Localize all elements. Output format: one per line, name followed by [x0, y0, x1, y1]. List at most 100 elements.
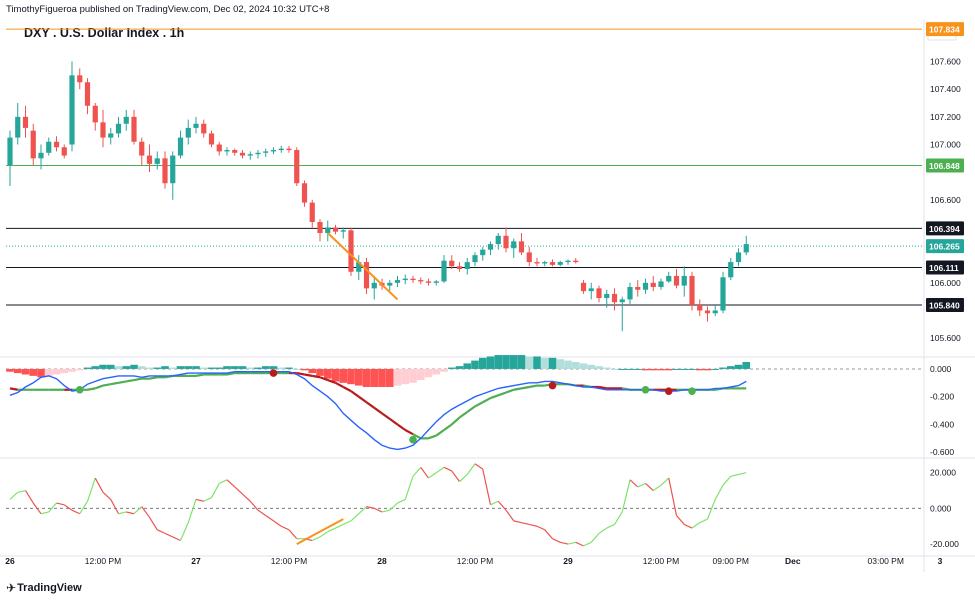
macd-cross-point	[688, 387, 696, 395]
macd-signal-segment	[428, 434, 437, 440]
tradingview-logo-icon: ✈︎	[6, 581, 16, 595]
macd-histogram-bar	[370, 368, 379, 387]
candle-body	[131, 116, 137, 142]
macd-histogram-bar	[184, 366, 193, 369]
oscillator-segment	[126, 511, 135, 515]
oscillator-segment	[342, 520, 352, 525]
time-axis-label: 12:00 PM	[85, 556, 121, 566]
candle-body	[77, 75, 83, 83]
candle-body	[433, 281, 439, 283]
candle-body	[30, 130, 36, 159]
macd-histogram-bar	[416, 368, 425, 381]
macd-histogram-bar	[440, 368, 448, 372]
macd-signal-segment	[304, 373, 313, 377]
oscillator-segment	[9, 491, 19, 500]
oscillator-segment	[590, 532, 600, 543]
macd-histogram-bar	[626, 368, 634, 370]
candle-body	[635, 286, 641, 290]
macd-histogram-bar	[602, 367, 611, 369]
oscillator-segment	[257, 509, 267, 517]
oscillator-segment	[397, 498, 406, 504]
macd-histogram-bar	[261, 366, 270, 369]
macd-histogram-bar	[21, 368, 30, 375]
oscillator-segment	[404, 476, 414, 500]
candle-body	[642, 282, 649, 290]
macd-tick-label: -0.400	[930, 419, 954, 429]
macd-histogram-bar	[122, 366, 131, 369]
macd-histogram-bar	[316, 368, 324, 376]
candle-body	[526, 252, 532, 263]
macd-histogram-bar	[285, 367, 293, 369]
candle-body	[480, 249, 486, 256]
candle-body	[232, 150, 238, 153]
macd-histogram-bar	[331, 368, 340, 382]
macd-histogram-bar	[161, 366, 169, 369]
macd-histogram-bar	[6, 368, 14, 372]
macd-cross-point	[548, 381, 557, 390]
oscillator-segment	[226, 479, 236, 488]
candle-body	[332, 227, 339, 232]
oscillator-segment	[381, 509, 390, 513]
oscillator-segment	[451, 470, 460, 482]
candle-body	[348, 230, 354, 272]
oscillator-segment	[691, 522, 701, 529]
macd-cross-point	[75, 385, 84, 394]
macd-histogram-bar	[44, 368, 53, 376]
macd-histogram-bar	[13, 368, 22, 374]
candle-body	[666, 275, 672, 282]
macd-histogram-bar	[540, 357, 549, 369]
macd-signal-segment	[373, 406, 383, 415]
oscillator-segment	[148, 516, 158, 531]
candle-body	[325, 227, 331, 234]
macd-histogram-bar	[432, 368, 441, 375]
macd-histogram-bar	[168, 367, 177, 369]
macd-signal-segment	[404, 429, 414, 436]
oscillator-segment	[598, 527, 608, 534]
candle-body	[720, 277, 726, 311]
candle-body	[340, 230, 346, 232]
candle-body	[92, 105, 98, 123]
macd-histogram-bar	[664, 368, 673, 371]
price-trendline	[327, 232, 399, 301]
macd-signal-segment	[195, 373, 204, 377]
candle-body	[270, 150, 277, 152]
candle-body	[139, 141, 145, 156]
candle-body	[503, 235, 509, 249]
price-level-label: 106.265	[929, 242, 960, 252]
price-tick-label: 107.400	[930, 84, 961, 94]
tradingview-chart[interactable]: TimothyFigueroa published on TradingView…	[0, 0, 975, 600]
oscillator-segment	[164, 532, 174, 538]
macd-histogram-bar	[610, 368, 619, 370]
macd-signal-segment	[490, 394, 499, 400]
time-axis-label: 26	[5, 556, 15, 566]
time-axis-label: Dec	[785, 556, 801, 566]
oscillator-segment	[722, 475, 732, 486]
price-tick-label: 107.000	[930, 140, 961, 150]
oscillator-segment	[652, 484, 662, 492]
oscillator-segment	[79, 500, 89, 515]
price-level-label: 106.848	[929, 161, 960, 171]
oscillator-segment	[466, 463, 476, 475]
candle-body	[697, 304, 703, 311]
macd-histogram-bar	[91, 366, 100, 369]
oscillator-segment	[521, 522, 530, 526]
oscillator-segment	[187, 499, 197, 523]
candle-body	[309, 202, 315, 222]
oscillator-segment	[172, 536, 181, 542]
price-level-label: 105.840	[929, 300, 960, 310]
oscillator-segment	[660, 477, 670, 486]
tradingview-logo[interactable]: ✈︎ TradingView	[6, 581, 82, 595]
macd-signal-segment	[118, 380, 127, 384]
candle-body	[247, 154, 253, 156]
macd-histogram-bar	[378, 368, 386, 387]
oscillator-segment	[179, 522, 189, 541]
oscillator-segment	[513, 520, 522, 524]
macd-signal-segment	[443, 423, 453, 431]
candle-body	[495, 235, 501, 245]
macd-tick-label: -0.600	[930, 447, 954, 457]
oscillator-segment	[335, 523, 344, 529]
candle-body	[573, 260, 579, 263]
oscillator-segment	[613, 511, 623, 525]
tradingview-logo-text: TradingView	[17, 582, 82, 594]
chart-canvas[interactable]: USD107.600107.400107.200107.000106.60010…	[0, 0, 975, 600]
